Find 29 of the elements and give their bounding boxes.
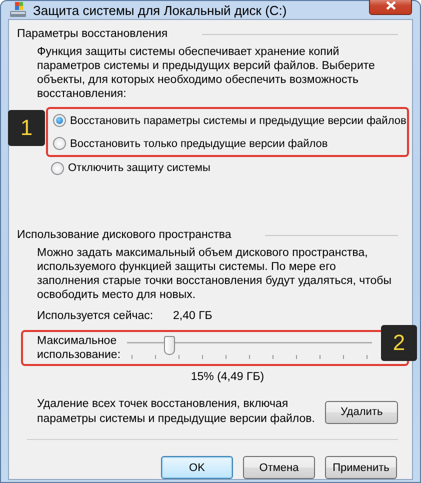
max-usage-value: 15% (4,49 ГБ) — [190, 371, 264, 383]
step-badge: 1 — [8, 110, 45, 146]
dialog-button[interactable]: Применить — [325, 456, 397, 479]
close-icon — [386, 0, 396, 10]
description-text: Функция защиты системы обеспечивает хранение копий параметров системы и предыдущих версий файлов. Выберите объекты, для которых необходимо обеспечить возможность восстановления: — [37, 45, 376, 101]
radio-button[interactable] — [51, 162, 64, 174]
usage-label: Используется сейчас: — [37, 310, 154, 322]
usage-value: 2,40 ГБ — [173, 310, 212, 322]
usage-slider[interactable] — [127, 336, 372, 360]
close-button[interactable] — [369, 0, 412, 14]
description-text: Можно задать максимальный объем дискового пространства, используемого функцией защиты системы. По мере его заполнения старые точки восстановления будут удаляться, чтобы освободить место для новых. — [37, 246, 392, 302]
slider-thumb[interactable] — [164, 336, 175, 355]
section-heading: Использование дискового пространства — [17, 229, 232, 241]
slider-label: Максимальное использование: — [37, 334, 122, 362]
highlighted-option[interactable]: Восстановить только предыдущие версии файлов — [46, 132, 409, 157]
radio-label: Восстановить параметры системы и предыдущие версии файлов — [70, 114, 406, 126]
delete-button[interactable]: Удалить — [325, 400, 398, 424]
window-title: Защита системы для Локальный диск (C:) — [33, 2, 288, 18]
radio-label: Восстановить только предыдущие версии файлов — [70, 138, 328, 150]
radio-button[interactable] — [53, 137, 66, 150]
radio-button[interactable] — [53, 114, 66, 127]
dialog-button[interactable]: Отмена — [243, 456, 315, 479]
dialog-button[interactable]: OK — [161, 456, 233, 479]
step-badge: 2 — [381, 325, 417, 361]
delete-description: Удаление всех точек восстановления, включая параметры системы и предыдущие версии файлов. — [37, 397, 316, 427]
radio-option[interactable]: Отключить защиту системы — [51, 157, 398, 179]
highlighted-option[interactable]: Восстановить параметры системы и предыдущие версии файлов — [46, 107, 409, 132]
radio-label: Отключить защиту системы — [68, 162, 210, 174]
section-heading: Параметры восстановления — [17, 28, 168, 40]
